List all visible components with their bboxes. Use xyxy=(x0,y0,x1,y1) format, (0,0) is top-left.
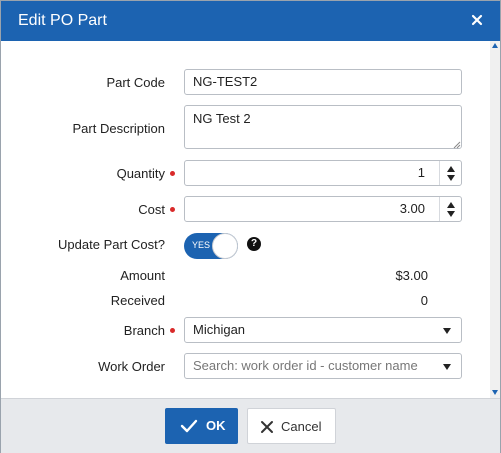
dialog-titlebar: Edit PO Part xyxy=(1,1,500,41)
update-part-cost-label: Update Part Cost? xyxy=(58,237,165,252)
ok-button-label: OK xyxy=(206,418,226,433)
cost-stepper[interactable] xyxy=(439,197,461,221)
chevron-down-icon[interactable] xyxy=(447,211,455,217)
scroll-up-icon[interactable] xyxy=(492,43,498,48)
work-order-label: Work Order xyxy=(98,359,165,374)
branch-select[interactable]: Michigan xyxy=(184,317,462,343)
received-value: 0 xyxy=(420,293,428,308)
quantity-label: Quantity xyxy=(116,166,165,181)
close-icon xyxy=(260,420,274,437)
chevron-down-icon[interactable] xyxy=(443,364,451,370)
resize-handle-icon[interactable] xyxy=(453,141,461,149)
amount-value: $3.00 xyxy=(395,268,428,283)
chevron-up-icon[interactable] xyxy=(447,166,455,172)
cancel-button-label: Cancel xyxy=(281,419,322,434)
chevron-down-icon[interactable] xyxy=(443,328,451,334)
branch-label: Branch xyxy=(123,323,165,338)
received-label: Received xyxy=(110,293,165,308)
ok-button[interactable]: OK xyxy=(165,408,238,444)
quantity-stepper[interactable] xyxy=(439,161,461,185)
part-code-label: Part Code xyxy=(106,75,165,90)
scroll-down-icon[interactable] xyxy=(492,390,498,395)
required-indicator xyxy=(170,328,175,333)
toggle-knob xyxy=(212,233,238,259)
help-icon[interactable]: ? xyxy=(247,237,261,251)
check-icon xyxy=(180,419,198,436)
update-part-cost-toggle[interactable]: YES xyxy=(184,233,238,259)
chevron-up-icon[interactable] xyxy=(447,202,455,208)
part-code-input[interactable]: NG-TEST2 xyxy=(184,69,462,95)
dialog-title: Edit PO Part xyxy=(18,12,107,29)
close-icon[interactable] xyxy=(468,11,486,29)
chevron-down-icon[interactable] xyxy=(447,175,455,181)
toggle-state-text: YES xyxy=(192,240,211,250)
cost-input[interactable]: 3.00 xyxy=(184,196,462,222)
part-description-textarea[interactable]: NG Test 2 xyxy=(184,105,462,149)
branch-selected-value: Michigan xyxy=(193,322,246,337)
dialog-footer: OK Cancel xyxy=(1,398,500,453)
cost-label: Cost xyxy=(138,202,165,217)
scrollbar[interactable] xyxy=(490,41,500,398)
amount-label: Amount xyxy=(120,268,165,283)
cancel-button[interactable]: Cancel xyxy=(247,408,336,444)
required-indicator xyxy=(170,171,175,176)
edit-po-part-dialog: Edit PO Part Part Code NG-TEST2 Part Des… xyxy=(0,0,501,453)
required-indicator xyxy=(170,207,175,212)
dialog-body: Part Code NG-TEST2 Part Description NG T… xyxy=(1,41,500,398)
work-order-search-select[interactable]: Search: work order id - customer name xyxy=(184,353,462,379)
part-description-label: Part Description xyxy=(72,121,165,136)
quantity-input[interactable]: 1 xyxy=(184,160,462,186)
work-order-placeholder: Search: work order id - customer name xyxy=(193,358,418,373)
